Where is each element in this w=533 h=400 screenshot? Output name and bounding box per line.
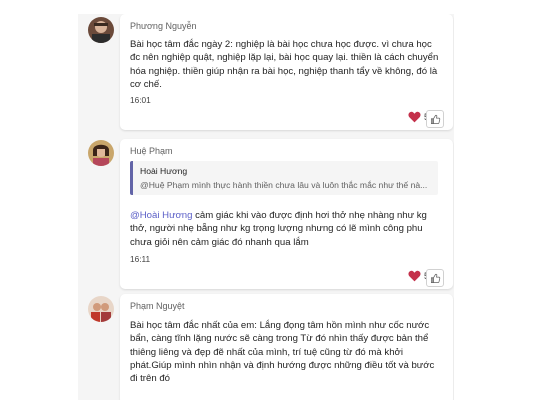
- message: Phương Nguyễn Bài học tâm đắc ngày 2: ng…: [78, 14, 454, 136]
- thumbs-up-icon: [430, 273, 440, 283]
- chat-feed[interactable]: Phương Nguyễn Bài học tâm đắc ngày 2: ng…: [78, 14, 454, 400]
- message-body: Bài học tâm đắc nhất của em: Lắng đọng t…: [130, 320, 435, 385]
- avatar[interactable]: [88, 296, 114, 322]
- like-button[interactable]: [426, 110, 444, 128]
- message-card: Phạm Nguyệt Bài học tâm đắc nhất của em:…: [120, 294, 453, 400]
- avatar[interactable]: [88, 17, 114, 43]
- quoted-text: @Huệ Phạm mình thực hành thiền chưa lâu …: [140, 180, 428, 190]
- message-timestamp: 16:11: [130, 254, 151, 264]
- heart-icon: [408, 111, 421, 123]
- thumbs-up-icon: [430, 114, 440, 124]
- heart-icon: [408, 270, 421, 282]
- message-timestamp: 16:01: [130, 95, 151, 105]
- quoted-reply[interactable]: Hoài Hương @Huệ Phạm mình thực hành thiề…: [130, 161, 438, 195]
- message-author[interactable]: Huệ Phạm: [130, 146, 173, 156]
- message-body: @Hoài Hương cảm giác khi vào được định h…: [130, 209, 442, 249]
- message: Huệ Phạm Hoài Hương @Huệ Phạm mình thực …: [78, 139, 454, 291]
- message-author[interactable]: Phương Nguyễn: [130, 21, 196, 31]
- avatar[interactable]: [88, 140, 114, 166]
- message-author[interactable]: Phạm Nguyệt: [130, 301, 185, 311]
- quoted-author: Hoài Hương: [140, 166, 188, 176]
- message: Phạm Nguyệt Bài học tâm đắc nhất của em:…: [78, 294, 454, 400]
- like-button[interactable]: [426, 269, 444, 287]
- message-body: Bài học tâm đắc ngày 2: nghiệp là bài họ…: [130, 39, 439, 90]
- message-card: Phương Nguyễn Bài học tâm đắc ngày 2: ng…: [120, 14, 453, 130]
- message-card: Huệ Phạm Hoài Hương @Huệ Phạm mình thực …: [120, 139, 453, 289]
- mention-link[interactable]: @Hoài Hương: [130, 210, 192, 221]
